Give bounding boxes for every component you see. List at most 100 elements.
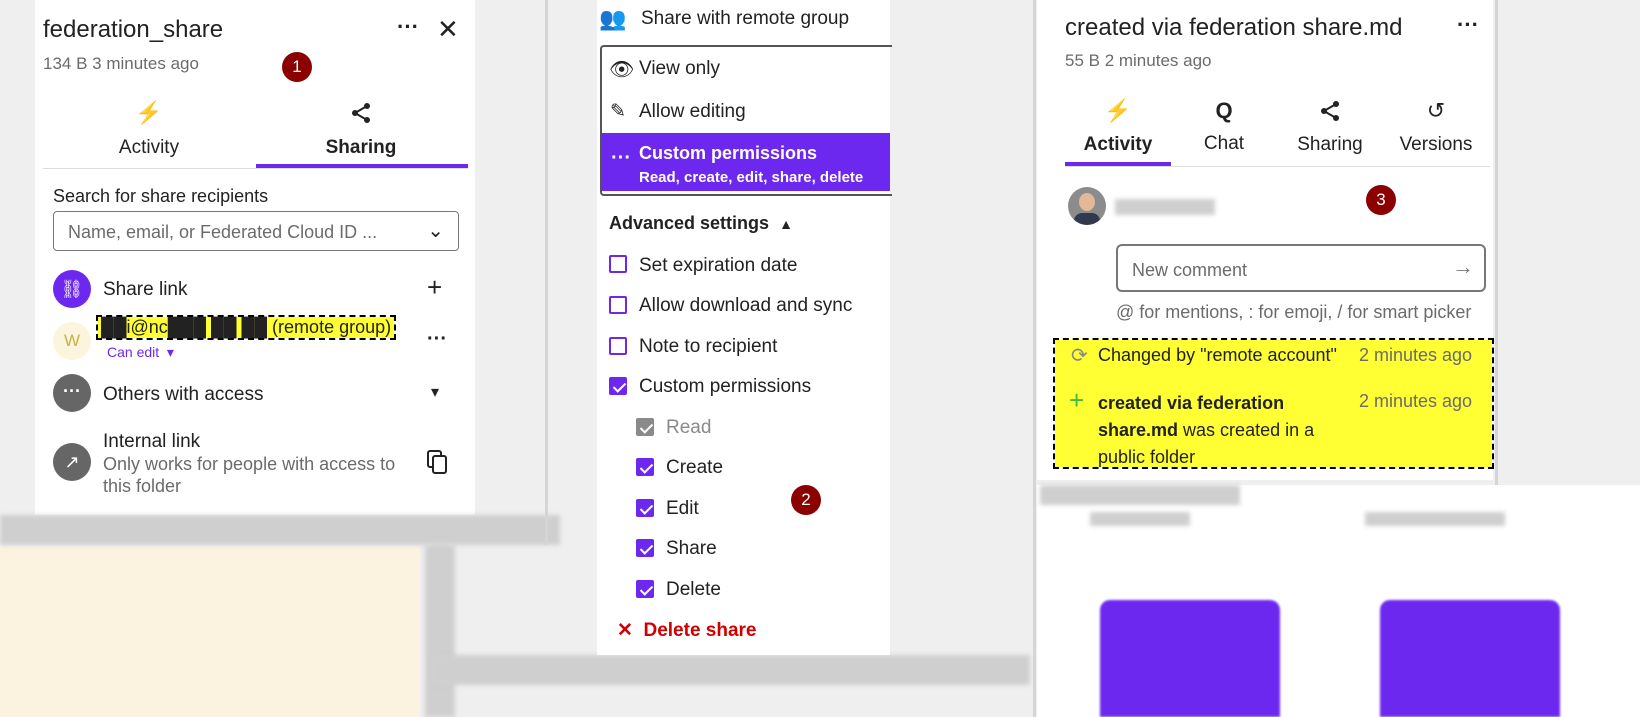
username-blurred: [1115, 199, 1215, 215]
pixelated-area: [425, 545, 455, 717]
tab-versions[interactable]: Versions: [1386, 134, 1486, 156]
arrow-right-icon[interactable]: →: [1452, 254, 1474, 280]
link-icon: ⛓: [53, 270, 91, 308]
checkbox-delete[interactable]: [636, 580, 654, 598]
plus-icon: +: [1069, 385, 1085, 415]
avatar: [1068, 187, 1106, 225]
external-link-icon: ↗: [53, 443, 91, 481]
advanced-settings-toggle[interactable]: Advanced settings ▲: [609, 213, 793, 234]
right-sidebar-panel: created via federation share.md 55 B 2 m…: [1037, 0, 1494, 480]
comment-input[interactable]: New comment →: [1116, 244, 1486, 292]
activity-time-2: 2 minutes ago: [1359, 391, 1473, 411]
checkbox-edit[interactable]: [636, 499, 654, 517]
option-view-only[interactable]: View only: [639, 58, 720, 80]
search-label: Search for share recipients: [53, 186, 269, 206]
internal-link-desc: Only works for people with access to thi…: [103, 454, 396, 496]
custom-title: Custom permissions: [639, 143, 818, 163]
step-badge-3: 3: [1366, 185, 1396, 215]
tab-activity[interactable]: Activity: [99, 137, 199, 159]
active-tab-indicator: [256, 164, 468, 168]
comment-hint: @ for mentions, : for emoji, / for smart…: [1116, 302, 1472, 322]
lightning-icon: ⚡: [1104, 98, 1132, 123]
advanced-label: Advanced settings: [609, 213, 770, 233]
tabs-divider: [1065, 166, 1490, 167]
label-note: Note to recipient: [639, 336, 778, 357]
copy-icon[interactable]: [427, 450, 447, 474]
delete-share-button[interactable]: ✕ Delete share: [617, 619, 757, 642]
add-share-link-button[interactable]: +: [427, 272, 442, 303]
pencil-icon: ✎: [610, 101, 626, 122]
activity-text-2: created via federation share.md was crea…: [1098, 390, 1338, 471]
checkbox-note[interactable]: [609, 337, 627, 355]
share-icon: [1310, 100, 1350, 128]
divider: [1495, 0, 1498, 485]
option-custom-permissions[interactable]: ··· Custom permissions Read, create, edi…: [601, 133, 890, 191]
checkbox-expiration[interactable]: [609, 255, 627, 273]
share-icon: [341, 102, 381, 130]
tabs-divider: [43, 168, 468, 169]
divider: [1033, 0, 1036, 717]
close-icon[interactable]: ✕: [437, 14, 459, 45]
pixelated-area: [1365, 512, 1505, 526]
others-icon: ···: [53, 374, 91, 412]
comment-placeholder: New comment: [1132, 260, 1248, 280]
eye-icon: 👁: [609, 59, 635, 81]
file-meta: 134 B 3 minutes ago: [43, 54, 199, 73]
active-tab-indicator: [1065, 162, 1171, 166]
search-input[interactable]: Name, email, or Federated Cloud ID ... ⌄: [53, 211, 459, 251]
avatar: W: [53, 322, 91, 360]
label-edit: Edit: [666, 498, 699, 519]
tab-sharing[interactable]: Sharing: [1280, 134, 1380, 156]
share-header: Share with remote group: [641, 8, 850, 29]
pixelated-area: [1040, 485, 1240, 505]
checkbox-create[interactable]: [636, 458, 654, 476]
label-read: Read: [666, 417, 712, 438]
folder-icon: [1100, 600, 1280, 717]
others-with-access-label[interactable]: Others with access: [103, 384, 264, 406]
pixelated-area: [430, 655, 1030, 685]
pixelated-area: [0, 515, 560, 545]
label-expiration: Set expiration date: [639, 255, 798, 276]
expand-icon[interactable]: ▾: [431, 382, 439, 402]
history-icon: ↺: [1426, 98, 1446, 123]
checkbox-read: [636, 418, 654, 436]
background-fill: [0, 545, 420, 717]
dots-icon: ···: [611, 147, 631, 169]
pixelated-area: [1090, 512, 1190, 526]
file-meta: 55 B 2 minutes ago: [1065, 51, 1212, 70]
label-create: Create: [666, 457, 724, 478]
tab-sharing[interactable]: Sharing: [311, 137, 411, 159]
custom-desc: Read, create, edit, share, delete: [639, 169, 864, 186]
activity-text-1: Changed by "remote account": [1098, 345, 1337, 365]
step-badge-2: 2: [791, 485, 821, 515]
checkbox-custom-permissions[interactable]: [609, 377, 627, 395]
tab-chat[interactable]: Chat: [1174, 133, 1274, 155]
activity-time-1: 2 minutes ago: [1359, 345, 1473, 365]
sync-icon: ⟳: [1071, 345, 1088, 367]
label-custom-permissions: Custom permissions: [639, 376, 812, 397]
option-allow-editing[interactable]: Allow editing: [639, 101, 746, 123]
permission-label: Can edit: [107, 344, 160, 360]
delete-share-label: Delete share: [643, 620, 757, 641]
permission-dropdown[interactable]: Can edit ▾: [107, 344, 174, 361]
tab-activity[interactable]: Activity: [1068, 134, 1168, 156]
recipient-name: ██i@nc███ ██ ██ (remote group): [95, 315, 397, 340]
folder-icon: [1380, 600, 1560, 717]
label-share: Share: [666, 538, 717, 559]
divider: [545, 0, 548, 545]
checkbox-share[interactable]: [636, 539, 654, 557]
chevron-down-icon[interactable]: ⌄: [427, 218, 444, 243]
left-sidebar-panel: federation_share 134 B 3 minutes ago ···…: [35, 0, 475, 515]
chat-icon: Q: [1215, 98, 1233, 123]
label-delete: Delete: [666, 579, 721, 600]
recipient-more-icon[interactable]: ···: [427, 328, 447, 351]
more-actions-icon[interactable]: ···: [1457, 12, 1479, 38]
share-settings-panel: 👥 Share with remote group 👁 View only ✎ …: [597, 0, 892, 655]
lightning-icon: ⚡: [135, 100, 163, 125]
internal-link-label: Internal link: [103, 431, 201, 452]
file-title: federation_share: [43, 16, 224, 43]
checkbox-download-sync[interactable]: [609, 296, 627, 314]
chevron-up-icon: ▲: [779, 216, 793, 232]
more-actions-icon[interactable]: ···: [397, 14, 419, 40]
search-placeholder: Name, email, or Federated Cloud ID ...: [68, 222, 378, 242]
